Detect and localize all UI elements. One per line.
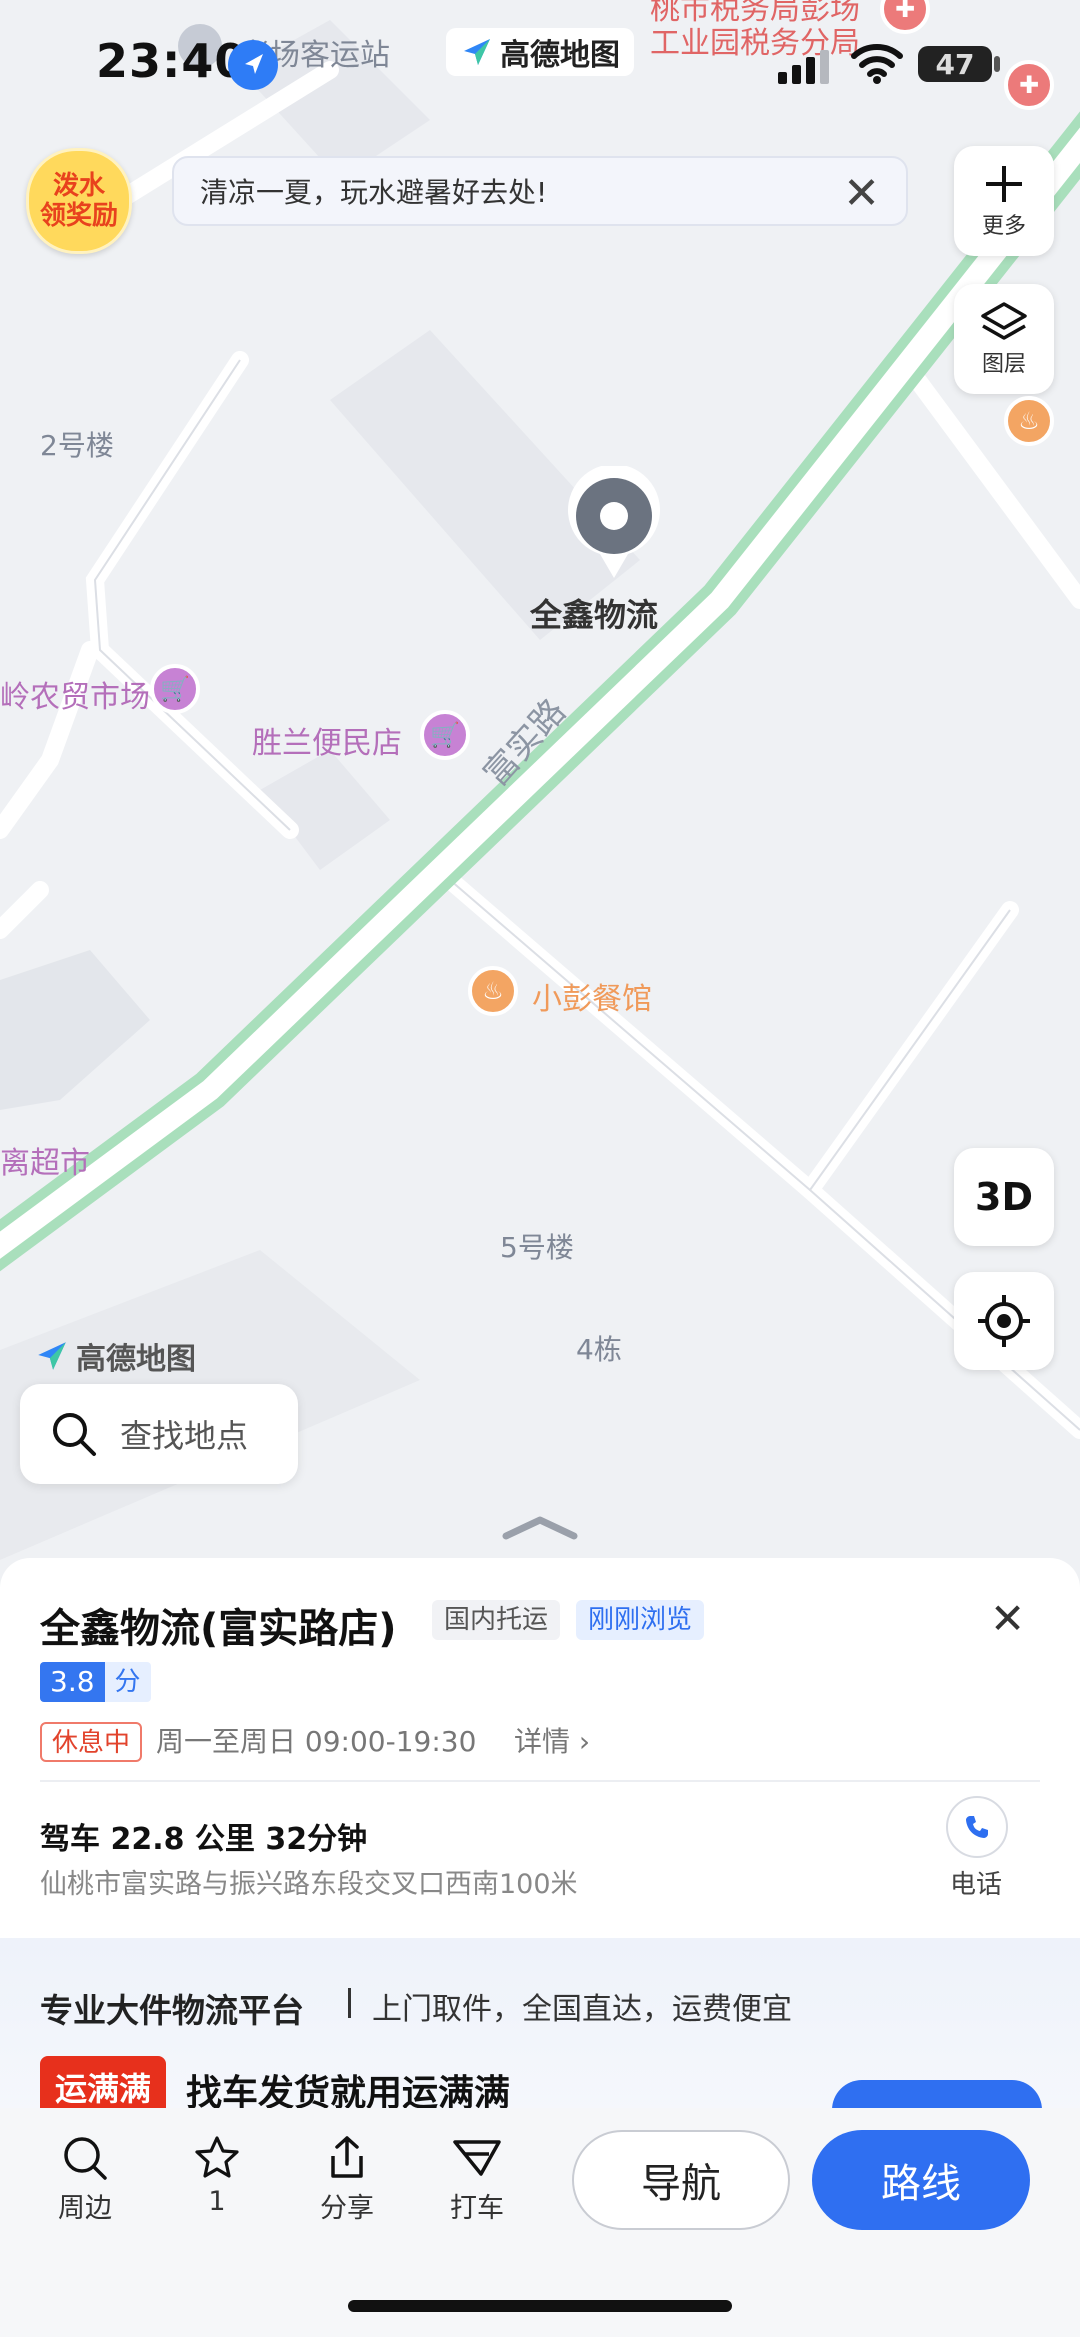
- favorite-count: 1: [208, 2186, 226, 2217]
- opening-hours: 周一至周日 09:00-19:30: [156, 1725, 477, 1758]
- app-badge: 高德地图: [446, 28, 634, 76]
- navigate-button[interactable]: 导航: [572, 2130, 790, 2230]
- rating-badge: 3.8 分: [40, 1662, 151, 1702]
- map-label[interactable]: 岭农贸市场: [0, 672, 150, 716]
- wifi-icon: [850, 42, 904, 88]
- drive-info: 驾车 22.8 公里 32分钟: [40, 1822, 368, 1857]
- recent-tag: 刚刚浏览: [576, 1600, 705, 1640]
- signal-icon: [776, 48, 832, 88]
- promo-badge[interactable]: 泼水 领奖励: [26, 148, 132, 254]
- amap-logo-icon: [464, 39, 490, 65]
- rating-unit: 分: [104, 1662, 151, 1702]
- location-arrow-icon: [228, 40, 278, 90]
- category-tag: 国内托运: [432, 1600, 561, 1640]
- map-label[interactable]: 离超市: [0, 1138, 90, 1182]
- market-icon[interactable]: 🛒: [150, 664, 200, 714]
- taxi-label: 打车: [450, 2193, 504, 2224]
- address: 仙桃市富实路与振兴路东段交叉口西南100米: [40, 1869, 578, 1900]
- promo-badge-line2: 领奖励: [39, 201, 118, 231]
- phone-label[interactable]: 电话: [950, 1864, 1002, 1901]
- pin-label: 全鑫物流: [530, 596, 659, 634]
- star-icon: [195, 2136, 239, 2178]
- map-building: [0, 950, 150, 1110]
- more-button[interactable]: 更多: [954, 146, 1054, 256]
- hours-detail-link[interactable]: 详情 ›: [514, 1722, 590, 1762]
- map-label[interactable]: 2号楼: [40, 424, 114, 464]
- location-pin-icon[interactable]: [564, 464, 664, 586]
- sheet-handle-icon[interactable]: [500, 1512, 580, 1542]
- search-input[interactable]: 查找地点: [20, 1384, 298, 1484]
- map-label[interactable]: 胜兰便民店: [252, 718, 402, 762]
- route-button[interactable]: 路线: [812, 2130, 1030, 2230]
- restaurant-icon[interactable]: ♨: [1004, 396, 1054, 446]
- taxi-icon: [453, 2140, 501, 2176]
- more-label: 更多: [981, 214, 1026, 239]
- battery-indicator: 47: [918, 46, 992, 82]
- layers-button[interactable]: 图层: [954, 284, 1054, 394]
- detail-label: 详情: [514, 1725, 571, 1758]
- rating-score: 3.8: [40, 1662, 105, 1702]
- favorite-button[interactable]: 1: [172, 2134, 262, 2217]
- divider: [40, 1780, 1040, 1782]
- locate-icon: [978, 1295, 1030, 1347]
- status-badge: 休息中: [40, 1722, 143, 1762]
- nearby-label: 周边: [58, 2193, 112, 2224]
- hospital-icon[interactable]: ✚: [1004, 60, 1054, 110]
- home-indicator: [348, 2300, 732, 2312]
- battery-cap: [994, 56, 1000, 72]
- search-icon: [53, 1413, 96, 1456]
- search-icon: [64, 2137, 107, 2180]
- close-icon[interactable]: ✕: [843, 168, 880, 219]
- map-label[interactable]: 小彭餐馆: [532, 974, 652, 1018]
- plus-icon: [986, 166, 1022, 202]
- close-icon[interactable]: ✕: [990, 1594, 1025, 1643]
- restaurant-icon[interactable]: ♨: [468, 966, 518, 1016]
- search-placeholder: 查找地点: [120, 1417, 249, 1455]
- shop-icon[interactable]: 🛒: [420, 710, 470, 760]
- status-time: 23:40: [96, 34, 248, 88]
- map-label[interactable]: 4栋: [576, 1328, 622, 1368]
- locate-button[interactable]: [954, 1272, 1054, 1370]
- promo-banner-text: 清凉一夏，玩水避暑好去处!: [200, 176, 548, 209]
- phone-icon: [966, 1816, 988, 1838]
- chevron-right-icon: ›: [578, 1725, 591, 1758]
- place-title: 全鑫物流(富实路店): [40, 1606, 397, 1652]
- promo-badge-line1: 泼水: [52, 171, 105, 201]
- watermark-text: 高德地图: [76, 1342, 196, 1377]
- amap-logo-icon: [38, 1342, 66, 1370]
- taxi-button[interactable]: 打车: [432, 2134, 522, 2225]
- layers-label: 图层: [981, 352, 1026, 377]
- layers-icon: [981, 302, 1027, 340]
- map-watermark: 高德地图: [34, 1334, 196, 1378]
- ad-separator: [348, 1988, 351, 2018]
- map-label[interactable]: 5号楼: [500, 1226, 574, 1266]
- share-label: 分享: [320, 2193, 374, 2224]
- nearby-button[interactable]: 周边: [40, 2134, 130, 2225]
- ad-title: 专业大件物流平台: [40, 1991, 304, 2030]
- 3d-button[interactable]: 3D: [954, 1148, 1054, 1246]
- phone-button[interactable]: [946, 1796, 1008, 1858]
- app-name: 高德地图: [500, 38, 620, 73]
- ad-subtitle: 上门取件，全国直达，运费便宜: [372, 1992, 792, 2027]
- share-button[interactable]: 分享: [302, 2134, 392, 2225]
- promo-banner[interactable]: 清凉一夏，玩水避暑好去处! ✕: [172, 156, 908, 226]
- share-icon: [331, 2136, 363, 2178]
